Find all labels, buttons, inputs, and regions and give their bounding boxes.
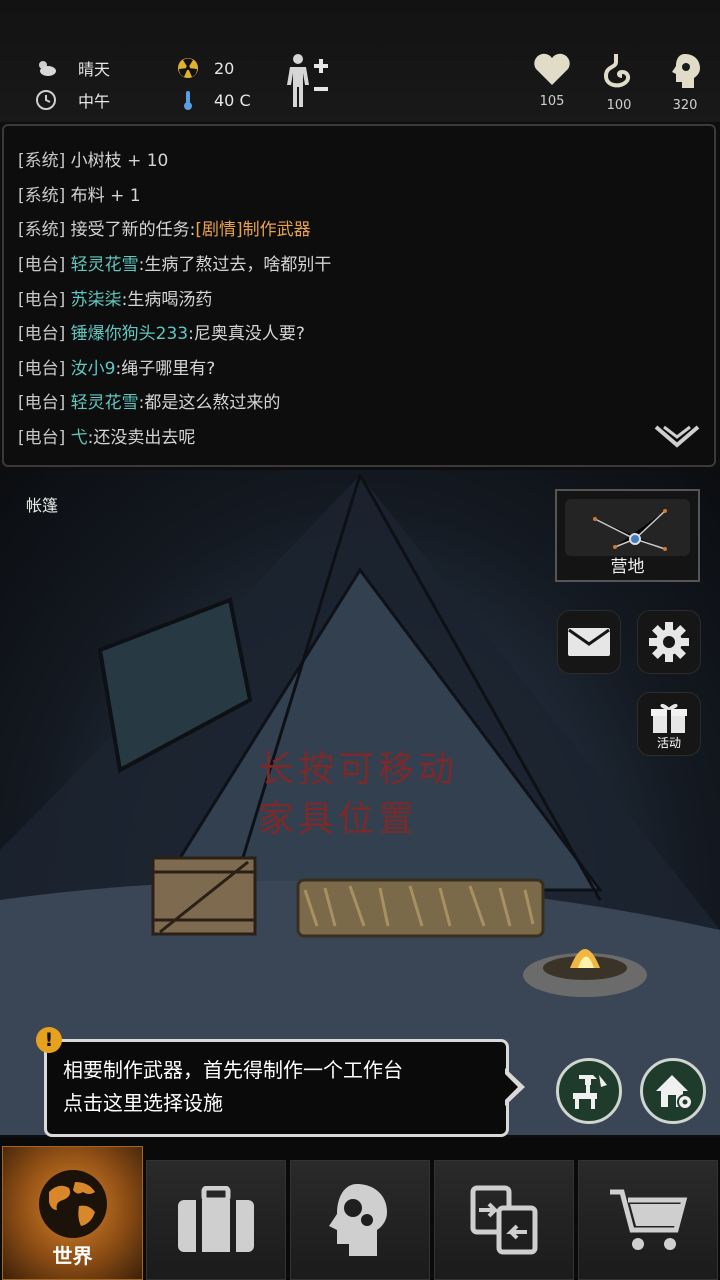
home-gear-icon — [656, 1075, 693, 1110]
weather-label: 晴天 — [78, 60, 111, 79]
player-name[interactable]: 轻灵花雪 — [71, 393, 139, 413]
log-line: [电台] 轻灵花雪:都是这么熬过来的 — [18, 388, 280, 413]
tab-skills[interactable] — [290, 1160, 430, 1280]
hunger-value: 100 — [606, 98, 632, 113]
tooltip-pointer-inner — [503, 1072, 518, 1102]
player-name[interactable]: 汝小9 — [71, 359, 116, 379]
heart-icon — [534, 53, 570, 85]
log-text: :都是这么熬过来的 — [138, 393, 281, 413]
log-text: :尼奥真没人要? — [188, 324, 305, 344]
log-line: [系统] 布料 + 1 — [18, 181, 141, 206]
log-tag: [电台] — [18, 255, 66, 275]
wall-hint-text-2: 家具位置 — [258, 799, 419, 840]
temperature-status: 40 C — [176, 88, 251, 112]
craft-facility-button[interactable] — [556, 1058, 622, 1124]
tab-trade[interactable] — [434, 1160, 574, 1280]
log-text: 布料 + 1 — [70, 186, 141, 206]
temperature-value: 40 C — [214, 90, 251, 110]
home-build-button[interactable] — [640, 1058, 706, 1124]
head-gears-icon — [329, 1184, 387, 1256]
stomach-icon — [603, 54, 631, 88]
log-tag: [系统] — [18, 151, 66, 171]
exchange-icon — [470, 1185, 538, 1255]
clock-icon — [36, 90, 56, 110]
hunger-vital: 100 — [591, 52, 647, 113]
tooltip-line-2: 点击这里选择设施 — [63, 1091, 223, 1115]
log-tag: [电台] — [18, 428, 66, 448]
tab-inventory[interactable] — [146, 1160, 286, 1280]
log-text: :生病了熬过去，啥都别干 — [138, 255, 332, 275]
body-status-button[interactable] — [284, 52, 332, 114]
log-line: [电台] 锤爆你狗头233:尼奥真没人要? — [18, 319, 305, 344]
health-vital: 105 — [524, 52, 580, 109]
log-tag: [电台] — [18, 324, 66, 344]
weather-status: 晴天 — [34, 56, 110, 80]
message-log[interactable]: [系统] 小树枝 + 10 [系统] 布料 + 1 [系统] 接受了新的任务:[… — [2, 124, 716, 467]
body-icon — [287, 54, 328, 107]
mail-button[interactable] — [558, 611, 620, 673]
player-name[interactable]: 轻灵花雪 — [71, 255, 139, 275]
log-line: [电台] 苏柒柒:生病喝汤药 — [18, 285, 212, 310]
tab-world-label: 世界 — [52, 1244, 93, 1268]
player-name[interactable]: 苏柒柒 — [71, 290, 122, 310]
log-text: :绳子哪里有? — [115, 359, 216, 379]
hammer-bench-icon — [573, 1075, 607, 1109]
activity-label: 活动 — [656, 736, 681, 750]
wall-hint-text-1: 长按可移动 — [258, 749, 459, 790]
globe-icon — [38, 1170, 107, 1238]
log-text: :生病喝汤药 — [121, 290, 213, 310]
gift-icon — [651, 703, 687, 733]
cart-icon — [610, 1189, 688, 1250]
radiation-value: 20 — [214, 58, 235, 78]
thermometer-icon — [184, 91, 192, 110]
health-value: 105 — [539, 94, 565, 109]
cloud-sun-icon — [39, 61, 56, 76]
log-tag: [电台] — [18, 393, 66, 413]
time-status: 中午 — [34, 88, 110, 112]
log-text: 小树枝 + 10 — [70, 151, 169, 171]
player-name[interactable]: 弋 — [71, 428, 88, 448]
log-tag: [系统] — [18, 220, 66, 240]
radiation-icon — [178, 58, 198, 78]
log-line: [电台] 汝小9:绳子哪里有? — [18, 354, 215, 379]
log-line: [电台] 轻灵花雪:生病了熬过去，啥都别干 — [18, 250, 331, 275]
log-tag: [电台] — [18, 359, 66, 379]
log-text: 接受了新的任务: — [70, 220, 196, 240]
chevron-down-icon — [654, 425, 700, 448]
player-name[interactable]: 锤爆你狗头233 — [71, 324, 188, 344]
log-text: :还没卖出去呢 — [87, 428, 196, 448]
log-line: [系统] 小树枝 + 10 — [18, 146, 168, 171]
envelope-icon — [568, 628, 610, 656]
sanity-vital: 320 — [657, 52, 713, 113]
log-line: [电台] 弋:还没卖出去呢 — [18, 423, 195, 448]
log-tag: [系统] — [18, 186, 66, 206]
tooltip-line-1: 相要制作武器，首先得制作一个工作台 — [63, 1058, 403, 1082]
camp-map-preview — [565, 499, 690, 556]
log-expand-button[interactable] — [654, 425, 700, 453]
radiation-status: 20 — [176, 56, 234, 80]
sanity-value: 320 — [672, 98, 698, 113]
activity-button[interactable]: 活动 — [638, 693, 700, 755]
gear-icon — [649, 622, 689, 662]
log-tag: [电台] — [18, 290, 66, 310]
map-route-icon — [593, 509, 667, 551]
mind-icon — [672, 54, 700, 88]
location-title: 帐篷 — [26, 496, 59, 515]
tooltip-text: 相要制作武器，首先得制作一个工作台 点击这里选择设施 — [63, 1054, 403, 1120]
tab-shop[interactable] — [578, 1160, 718, 1280]
camp-label: 营地 — [610, 557, 645, 577]
tutorial-tooltip: 相要制作武器，首先得制作一个工作台 点击这里选择设施 — [44, 1039, 509, 1137]
log-line: [系统] 接受了新的任务:[剧情]制作武器 — [18, 215, 311, 240]
quest-name[interactable]: [剧情]制作武器 — [195, 220, 310, 240]
settings-button[interactable] — [638, 611, 700, 673]
camp-map-button[interactable]: 营地 — [555, 489, 700, 582]
tab-world[interactable]: 世界 — [2, 1146, 143, 1280]
status-bar: 晴天 中午 20 40 C 105 100 320 — [0, 0, 720, 122]
time-label: 中午 — [78, 92, 111, 111]
alert-badge-icon: ! — [36, 1027, 62, 1053]
bottom-navigation: 世界 — [0, 1138, 720, 1280]
suitcase-icon — [178, 1186, 254, 1252]
